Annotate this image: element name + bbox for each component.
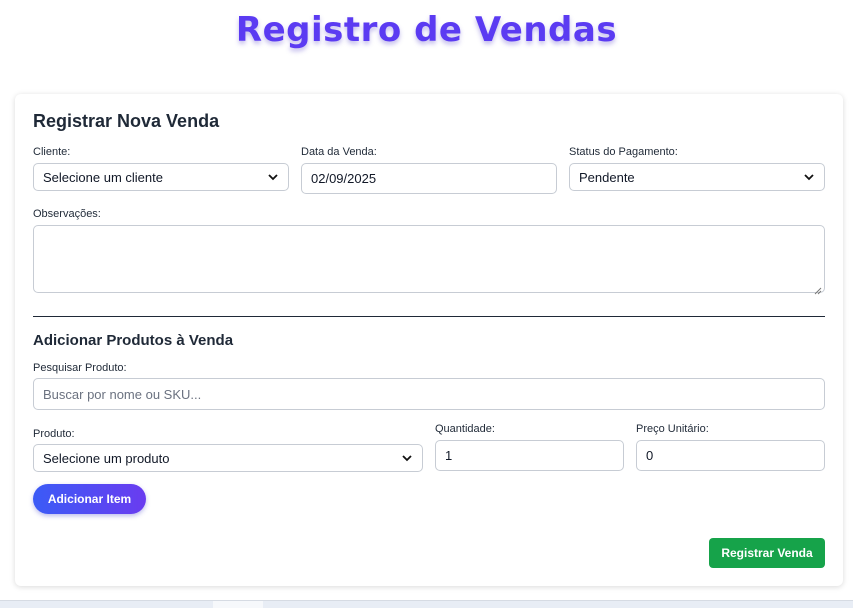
section-divider bbox=[33, 316, 825, 317]
cliente-label: Cliente: bbox=[33, 146, 71, 158]
search-label: Pesquisar Produto: bbox=[33, 362, 127, 374]
preco-unitario-label: Preço Unitário: bbox=[636, 423, 709, 435]
search-placeholder: Buscar por nome ou SKU... bbox=[43, 386, 202, 402]
quantidade-input[interactable]: 1 bbox=[435, 440, 624, 471]
cliente-select-value: Selecione um cliente bbox=[43, 169, 163, 185]
cliente-select[interactable]: Selecione um cliente bbox=[33, 163, 289, 191]
observacoes-textarea[interactable] bbox=[33, 225, 825, 295]
chevron-down-icon bbox=[267, 171, 279, 183]
add-item-button[interactable]: Adicionar Item bbox=[33, 484, 146, 514]
form-title: Registrar Nova Venda bbox=[33, 111, 220, 131]
produto-label: Produto: bbox=[33, 428, 75, 440]
bottom-scrollbar[interactable] bbox=[0, 600, 853, 608]
data-venda-label: Data da Venda: bbox=[301, 146, 377, 158]
scrollbar-thumb[interactable] bbox=[213, 601, 263, 608]
data-venda-input[interactable]: 02/09/2025 bbox=[301, 163, 557, 194]
status-pagamento-select[interactable]: Pendente bbox=[569, 163, 825, 191]
chevron-down-icon bbox=[401, 452, 413, 464]
status-pagamento-value: Pendente bbox=[579, 169, 635, 185]
chevron-down-icon bbox=[803, 171, 815, 183]
sale-form-card: Registrar Nova Venda Cliente: Selecione … bbox=[15, 94, 843, 586]
preco-unitario-input[interactable]: 0 bbox=[636, 440, 825, 471]
product-search-input[interactable]: Buscar por nome ou SKU... bbox=[33, 378, 825, 410]
observacoes-label: Observações: bbox=[33, 208, 101, 220]
page-title: Registro de Vendas bbox=[235, 10, 618, 50]
produto-select[interactable]: Selecione um produto bbox=[33, 444, 423, 472]
produto-select-value: Selecione um produto bbox=[43, 450, 170, 466]
register-sale-button[interactable]: Registrar Venda bbox=[709, 538, 825, 568]
data-venda-value: 02/09/2025 bbox=[311, 171, 377, 186]
resize-grip-icon[interactable] bbox=[814, 282, 822, 295]
status-pagamento-label: Status do Pagamento: bbox=[569, 146, 678, 158]
quantidade-value: 1 bbox=[445, 448, 453, 463]
preco-unitario-value: 0 bbox=[646, 448, 654, 463]
products-title: Adicionar Produtos à Venda bbox=[33, 332, 234, 349]
quantidade-label: Quantidade: bbox=[435, 423, 495, 435]
